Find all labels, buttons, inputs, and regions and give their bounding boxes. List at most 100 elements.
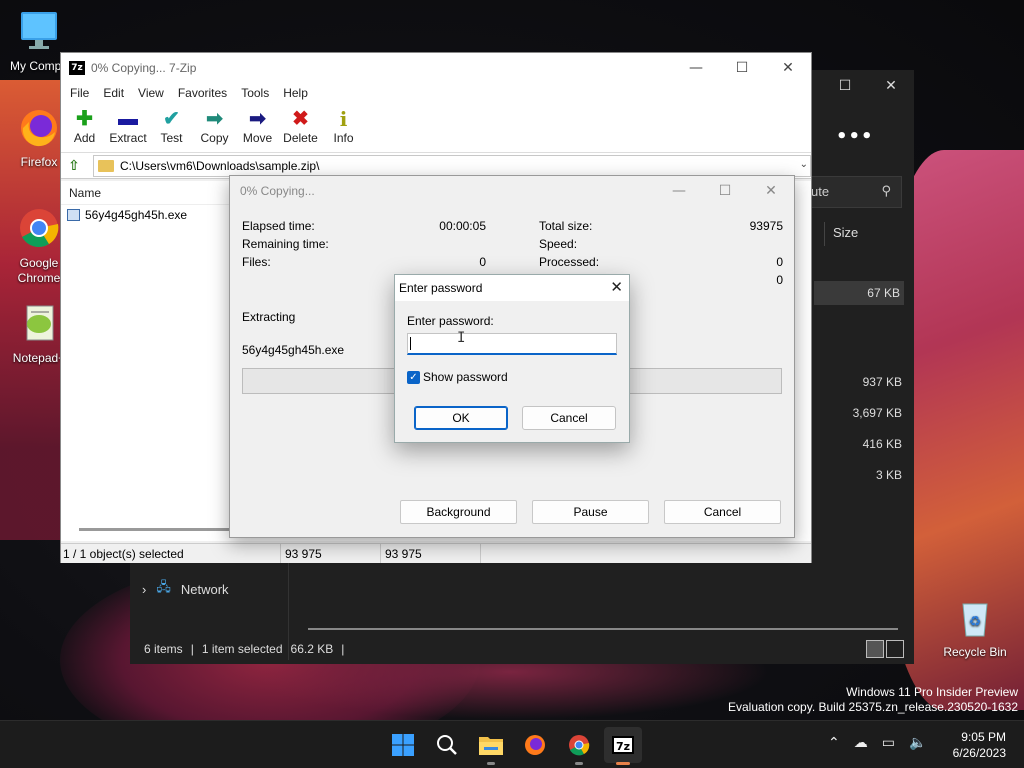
toolbar-label: Info	[333, 131, 354, 145]
column-header-name[interactable]: Name	[61, 181, 231, 205]
column-header-size[interactable]: Size	[824, 222, 906, 246]
explorer-search-box[interactable]: ute ⚲	[810, 176, 902, 208]
files-value: 0	[479, 255, 486, 269]
nav-item-network[interactable]: › 🖧 Network	[142, 578, 229, 600]
taskbar: 7z ⌃ ☁ ▭ 🔈 9:05 PM 6/26/2023	[0, 720, 1024, 768]
extract-icon: ▬	[118, 108, 138, 130]
close-icon[interactable]: ✕	[868, 70, 914, 102]
add-icon: ✚	[76, 108, 93, 130]
dialog-title-bar[interactable]: 0% Copying... — ☐ ✕	[230, 176, 794, 206]
minimize-icon[interactable]: —	[656, 176, 702, 206]
watermark-line: Evaluation copy. Build 25375.zn_release.…	[728, 700, 1018, 714]
status-packed-size: 93 975	[381, 544, 481, 563]
toolbar-label: Copy	[200, 131, 229, 145]
path-combobox[interactable]: C:\Users\vm6\Downloads\sample.zip\ ⌄	[93, 155, 811, 177]
file-size-cell[interactable]: 67 KB	[814, 281, 904, 305]
menu-file[interactable]: File	[63, 83, 96, 103]
more-options-icon[interactable]: •••	[836, 126, 874, 147]
maximize-icon[interactable]: ☐	[822, 70, 868, 102]
search-text-fragment: ute	[811, 184, 830, 199]
total-size-label: Total size:	[539, 219, 593, 233]
move-icon: ➡	[249, 108, 266, 130]
close-icon[interactable]: ✕	[610, 278, 623, 296]
up-folder-icon[interactable]: ⇧	[61, 158, 87, 174]
svg-text:♻: ♻	[969, 613, 982, 629]
file-size-cell[interactable]: 937 KB	[802, 375, 902, 389]
toolbar-label: Extract	[109, 131, 147, 145]
close-icon[interactable]: ✕	[748, 176, 794, 206]
taskbar-search-button[interactable]	[428, 727, 466, 763]
clock-time: 9:05 PM	[961, 730, 1006, 744]
background-button[interactable]: Background	[400, 500, 517, 524]
chevron-right-icon[interactable]: ›	[142, 582, 146, 597]
chevron-down-icon[interactable]: ⌄	[800, 159, 808, 170]
menu-tools[interactable]: Tools	[234, 83, 276, 103]
status-bar: 1 / 1 object(s) selected 93 975 93 975	[61, 543, 811, 563]
test-button[interactable]: ✔ Test	[150, 103, 193, 152]
clock[interactable]: 9:05 PM 6/26/2023	[953, 729, 1006, 761]
status-size: 66.2 KB	[290, 642, 334, 656]
toolbar-label: Delete	[283, 131, 318, 145]
system-tray: ⌃ ☁ ▭ 🔈	[828, 735, 926, 751]
show-password-checkbox[interactable]: ✓ Show password	[407, 370, 508, 384]
dialog-title-bar[interactable]: Enter password ✕	[395, 275, 629, 301]
ok-button[interactable]: OK	[414, 406, 508, 430]
info-button[interactable]: i Info	[322, 103, 365, 152]
network-icon[interactable]: ▭	[882, 735, 895, 751]
maximize-icon[interactable]: ☐	[719, 53, 765, 83]
dialog-title: 0% Copying...	[240, 184, 315, 198]
close-icon[interactable]: ✕	[765, 53, 811, 83]
speed-label: Speed:	[539, 237, 578, 251]
taskbar-firefox[interactable]	[516, 727, 554, 763]
menu-view[interactable]: View	[131, 83, 171, 103]
7zip-title-bar[interactable]: 7z 0% Copying... 7-Zip — ☐ ✕	[61, 53, 811, 83]
horizontal-scrollbar[interactable]	[79, 528, 229, 531]
pause-button[interactable]: Pause	[532, 500, 649, 524]
status-item-count: 6 items	[144, 642, 183, 656]
firefox-icon	[21, 110, 57, 147]
folder-icon	[98, 160, 114, 172]
password-label: Enter password:	[407, 314, 494, 328]
file-size-cell[interactable]: 3,697 KB	[802, 406, 902, 420]
firefox-icon	[525, 735, 545, 755]
cloud-offline-icon[interactable]: ☁	[854, 735, 868, 751]
action-label: Extracting	[242, 310, 296, 324]
copy-button[interactable]: ➡ Copy	[193, 103, 236, 152]
volume-icon[interactable]: 🔈	[909, 735, 926, 751]
tiles-view-icon[interactable]	[886, 640, 904, 658]
dialog-title: Enter password	[399, 281, 483, 295]
maximize-icon[interactable]: ☐	[702, 176, 748, 206]
menu-favorites[interactable]: Favorites	[171, 83, 234, 103]
delete-button[interactable]: ✖ Delete	[279, 103, 322, 152]
menu-edit[interactable]: Edit	[96, 83, 131, 103]
taskbar-chrome[interactable]	[560, 727, 598, 765]
files-label: Files:	[242, 255, 271, 269]
taskbar-file-explorer[interactable]	[472, 727, 510, 765]
extract-button[interactable]: ▬ Extract	[106, 103, 150, 152]
caption-buttons: — ☐ ✕	[656, 176, 794, 206]
cancel-button[interactable]: Cancel	[664, 500, 781, 524]
menu-help[interactable]: Help	[276, 83, 315, 103]
status-separator: |	[341, 642, 345, 656]
start-button[interactable]	[384, 727, 422, 763]
desktop-icon-recycle-bin[interactable]: ♻ Recycle Bin	[940, 596, 1010, 659]
taskbar-apps: 7z	[384, 727, 642, 765]
password-input[interactable]	[407, 333, 617, 355]
add-button[interactable]: ✚ Add	[63, 103, 106, 152]
path-text: C:\Users\vm6\Downloads\sample.zip\	[120, 159, 320, 173]
file-size-cell[interactable]: 416 KB	[802, 437, 902, 451]
toolbar-label: Test	[160, 131, 183, 145]
move-button[interactable]: ➡ Move	[236, 103, 279, 152]
cancel-button[interactable]: Cancel	[522, 406, 616, 430]
chevron-up-icon[interactable]: ⌃	[828, 735, 840, 751]
details-view-icon[interactable]	[866, 640, 884, 658]
status-separator: |	[190, 642, 194, 656]
processed-value: 0	[776, 255, 783, 269]
info-icon: i	[339, 107, 348, 131]
enter-password-dialog[interactable]: Enter password ✕ Enter password: I ✓ Sho…	[394, 274, 630, 443]
recycle-bin-icon: ♻	[962, 603, 988, 637]
file-size-cell[interactable]: 3 KB	[802, 468, 902, 482]
horizontal-scrollbar[interactable]	[308, 628, 898, 630]
minimize-icon[interactable]: —	[673, 53, 719, 83]
taskbar-7zip[interactable]: 7z	[604, 727, 642, 765]
